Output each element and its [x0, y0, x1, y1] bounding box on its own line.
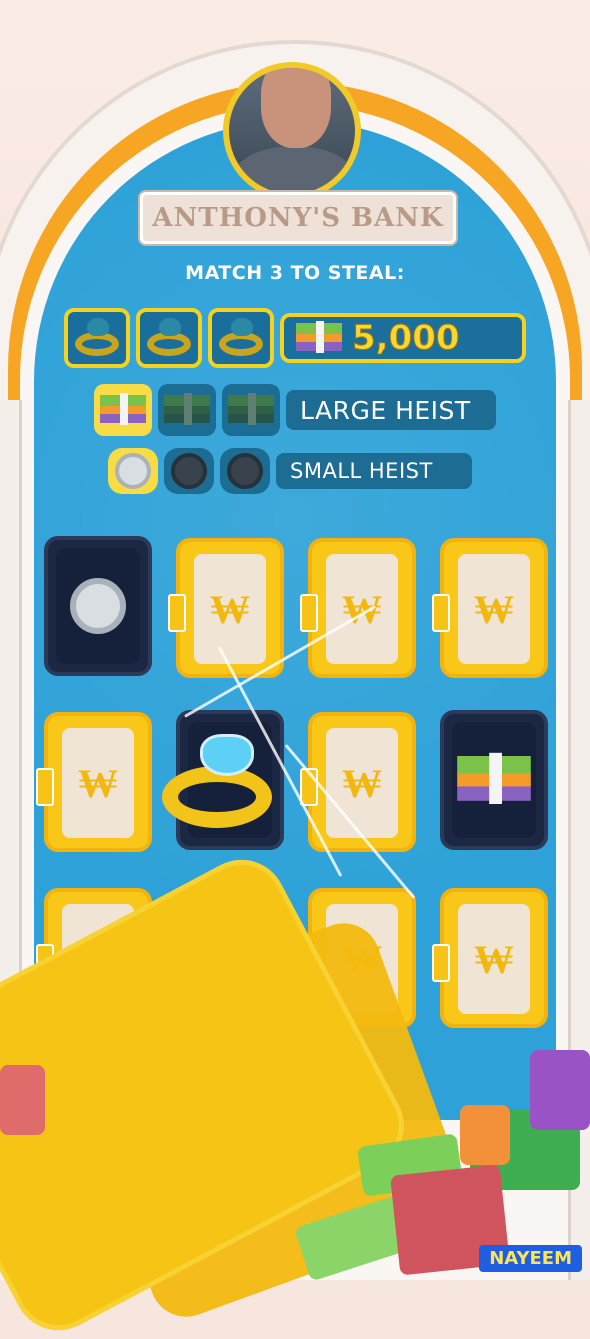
cash-pile: [0, 1065, 45, 1135]
vault-door[interactable]: ₩: [432, 888, 548, 1028]
ring-icon: [145, 318, 193, 358]
cash-stack-icon: [296, 321, 342, 355]
vault-door[interactable]: ₩: [300, 712, 416, 852]
ring-slot: [64, 308, 130, 368]
ring-icon: [217, 318, 265, 358]
player-avatar: [223, 62, 361, 200]
large-heist-label: LARGE HEIST: [286, 390, 496, 430]
monopoly-logo-icon: ₩: [326, 554, 398, 664]
cash-slot-empty: [158, 384, 216, 436]
vault-opened-cash[interactable]: [440, 710, 548, 850]
jackpot-reward: 5,000: [280, 313, 526, 363]
vault-door[interactable]: ₩: [168, 538, 284, 678]
small-heist-row: SMALL HEIST: [108, 448, 472, 494]
coin-slot-empty: [220, 448, 270, 494]
small-heist-label: SMALL HEIST: [276, 453, 472, 489]
cash-slot-empty: [222, 384, 280, 436]
monopoly-logo-icon: ₩: [326, 728, 398, 838]
coin-slot-empty: [164, 448, 214, 494]
ring-slot: [208, 308, 274, 368]
coin-icon: [70, 578, 126, 634]
large-heist-row: LARGE HEIST: [94, 384, 496, 436]
coin-icon: [171, 453, 207, 489]
watermark: NAYEEM: [479, 1245, 582, 1272]
ring-icon: [73, 318, 121, 358]
vault-door[interactable]: ₩: [300, 538, 416, 678]
revealed-ring-icon: [162, 728, 272, 828]
monopoly-logo-icon: ₩: [194, 554, 266, 664]
cash-stack-icon: [228, 393, 274, 427]
cash-pile: [530, 1050, 590, 1130]
cash-pile: [460, 1105, 510, 1165]
bank-title: ANTHONY'S BANK: [140, 192, 456, 244]
monopoly-logo-icon: ₩: [458, 554, 530, 664]
ring-slot: [136, 308, 202, 368]
monopoly-logo-icon: ₩: [458, 904, 530, 1014]
vault-door[interactable]: ₩: [36, 712, 152, 852]
jackpot-row: 5,000: [64, 308, 526, 368]
vault-door[interactable]: ₩: [432, 538, 548, 678]
coin-slot-filled: [108, 448, 158, 494]
cash-stack-icon: [164, 393, 210, 427]
monopoly-logo-icon: ₩: [62, 728, 134, 838]
cash-slot-filled: [94, 384, 152, 436]
jackpot-amount: 5,000: [352, 318, 461, 359]
vault-opened-coin[interactable]: [44, 536, 152, 676]
match-instruction: MATCH 3 TO STEAL:: [185, 262, 405, 284]
coin-icon: [115, 453, 151, 489]
cash-stack-icon: [457, 752, 531, 807]
cash-stack-icon: [100, 393, 146, 427]
coin-icon: [227, 453, 263, 489]
